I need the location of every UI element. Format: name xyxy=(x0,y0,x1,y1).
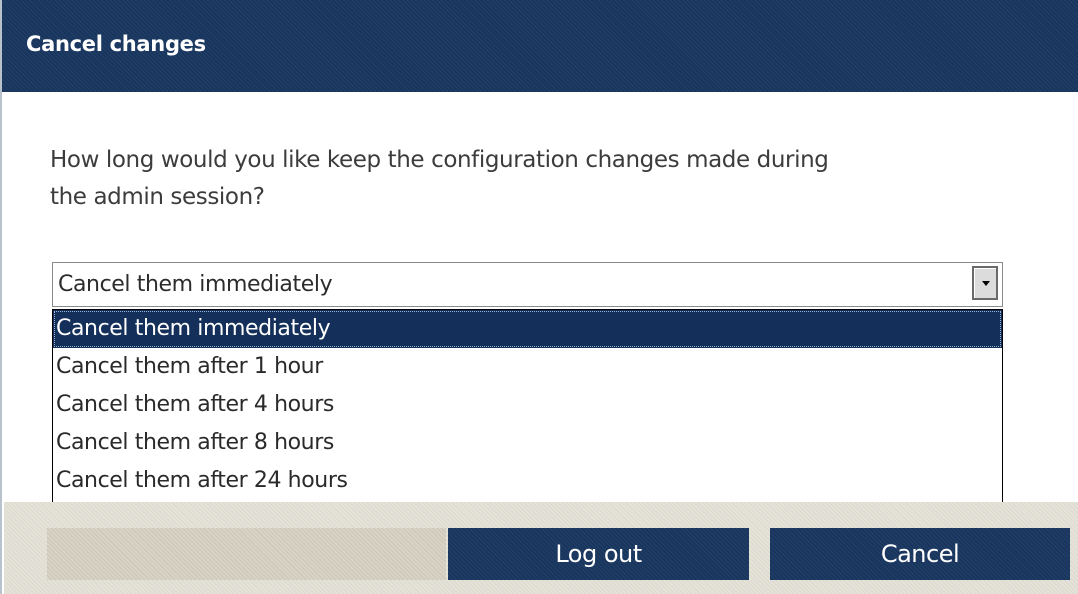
option-cancel-after-24-hours[interactable]: Cancel them after 24 hours xyxy=(53,462,1002,500)
question-text: How long would you like keep the configu… xyxy=(50,142,990,216)
question-line-2: the admin session? xyxy=(50,184,265,210)
dialog-title: Cancel changes xyxy=(26,32,206,56)
cancel-button[interactable]: Cancel xyxy=(770,528,1070,580)
select-options-list: Cancel them immediately Cancel them afte… xyxy=(52,309,1003,504)
cancel-timing-select[interactable]: Cancel them immediately xyxy=(52,262,1003,307)
select-current-value: Cancel them immediately xyxy=(58,272,333,297)
option-cancel-immediately[interactable]: Cancel them immediately xyxy=(53,310,1002,348)
question-line-1: How long would you like keep the configu… xyxy=(50,147,829,173)
cancel-changes-dialog: Cancel changes How long would you like k… xyxy=(0,0,1078,594)
dialog-titlebar: Cancel changes xyxy=(2,0,1078,92)
option-cancel-after-1-hour[interactable]: Cancel them after 1 hour xyxy=(53,348,1002,386)
dropdown-arrow-icon[interactable] xyxy=(972,266,998,300)
button-placeholder xyxy=(47,528,446,580)
log-out-button[interactable]: Log out xyxy=(448,528,749,580)
option-cancel-after-4-hours[interactable]: Cancel them after 4 hours xyxy=(53,386,1002,424)
option-cancel-after-8-hours[interactable]: Cancel them after 8 hours xyxy=(53,424,1002,462)
